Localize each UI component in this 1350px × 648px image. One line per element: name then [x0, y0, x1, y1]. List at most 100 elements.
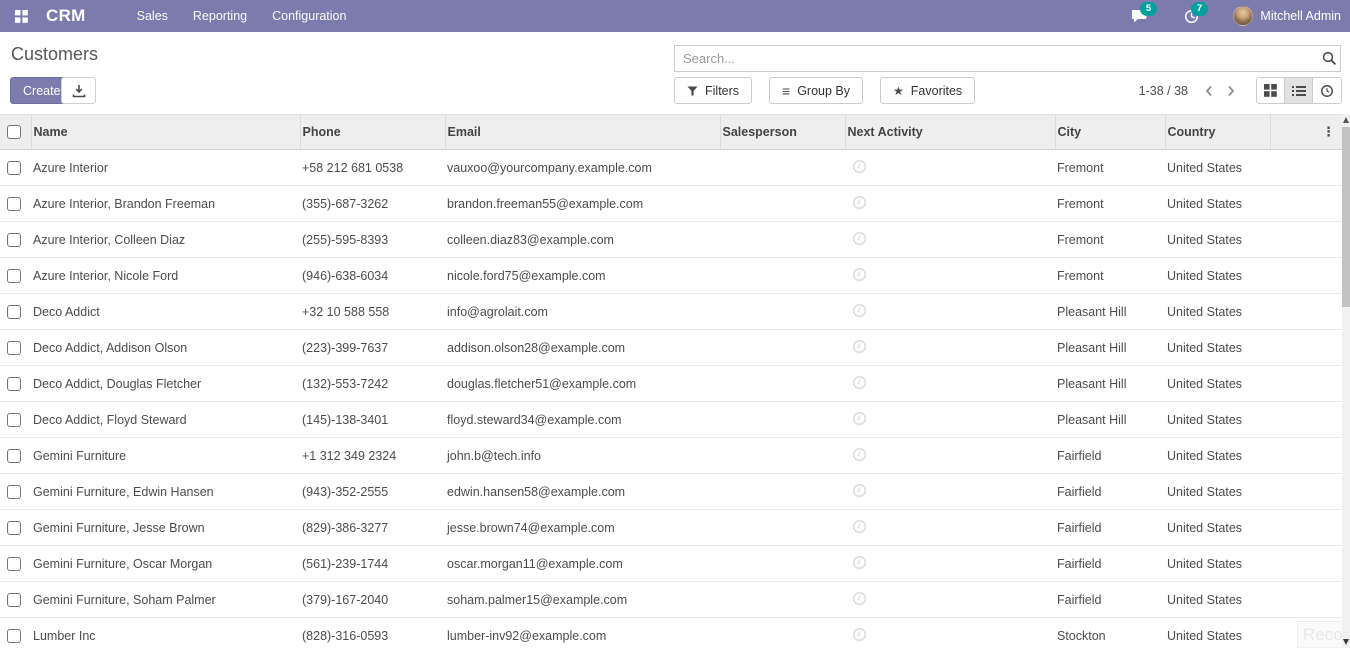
table-row[interactable]: Azure Interior, Colleen Diaz(255)-595-83… [0, 222, 1342, 258]
scrollbar-thumb[interactable] [1342, 127, 1350, 307]
column-header-next-activity[interactable]: Next Activity [845, 115, 1055, 150]
column-header-city[interactable]: City [1055, 115, 1165, 150]
row-checkbox[interactable] [7, 485, 21, 499]
activity-view-button[interactable] [1313, 78, 1341, 103]
select-all-checkbox[interactable] [7, 125, 21, 139]
export-button[interactable] [61, 77, 96, 104]
cell-phone: +58 212 681 0538 [300, 150, 445, 186]
favorites-button[interactable]: ★ Favorites [880, 77, 975, 104]
apps-menu-icon[interactable] [9, 4, 33, 28]
group-by-button[interactable]: ≡ Group By [769, 77, 863, 104]
scrollbar-up-arrow-icon[interactable] [1343, 117, 1349, 123]
table-row[interactable]: Deco Addict+32 10 588 558info@agrolait.c… [0, 294, 1342, 330]
table-row[interactable]: Lumber Inc(828)-316-0593lumber-inv92@exa… [0, 618, 1342, 648]
optional-columns-icon[interactable]: ⋮ [1322, 124, 1335, 139]
table-row[interactable]: Deco Addict, Addison Olson(223)-399-7637… [0, 330, 1342, 366]
search-box [674, 45, 1341, 72]
next-activity-clock-icon[interactable] [852, 159, 867, 174]
row-checkbox[interactable] [7, 449, 21, 463]
row-checkbox[interactable] [7, 557, 21, 571]
table-row[interactable]: Azure Interior, Brandon Freeman(355)-687… [0, 186, 1342, 222]
table-row[interactable]: Deco Addict, Floyd Steward(145)-138-3401… [0, 402, 1342, 438]
cell-email: info@agrolait.com [445, 294, 720, 330]
user-avatar[interactable] [1233, 6, 1253, 26]
pager-next-icon[interactable] [1220, 78, 1242, 104]
download-icon [72, 84, 86, 98]
column-header-country[interactable]: Country [1165, 115, 1270, 150]
next-activity-clock-icon[interactable] [852, 267, 867, 282]
cell-phone: (255)-595-8393 [300, 222, 445, 258]
menu-sales[interactable]: Sales [137, 9, 168, 23]
next-activity-clock-icon[interactable] [852, 483, 867, 498]
user-menu[interactable]: Mitchell Admin [1260, 9, 1341, 23]
next-activity-clock-icon[interactable] [852, 195, 867, 210]
activities-button[interactable]: 7 [1182, 8, 1200, 24]
next-activity-clock-icon[interactable] [852, 555, 867, 570]
next-activity-clock-icon[interactable] [852, 411, 867, 426]
kanban-view-button[interactable] [1257, 78, 1285, 103]
row-checkbox[interactable] [7, 269, 21, 283]
cell-country: United States [1165, 438, 1270, 474]
row-checkbox[interactable] [7, 377, 21, 391]
next-activity-clock-icon[interactable] [852, 303, 867, 318]
table-row[interactable]: Gemini Furniture, Soham Palmer(379)-167-… [0, 582, 1342, 618]
row-checkbox[interactable] [7, 413, 21, 427]
column-header-email[interactable]: Email [445, 115, 720, 150]
cell-name: Deco Addict, Floyd Steward [31, 402, 300, 438]
next-activity-clock-icon[interactable] [852, 447, 867, 462]
table-row[interactable]: Azure Interior, Nicole Ford(946)-638-603… [0, 258, 1342, 294]
search-icon[interactable] [1318, 51, 1340, 66]
next-activity-clock-icon[interactable] [852, 231, 867, 246]
next-activity-clock-icon[interactable] [852, 375, 867, 390]
next-activity-clock-icon[interactable] [852, 339, 867, 354]
filters-button[interactable]: Filters [674, 77, 752, 104]
row-checkbox[interactable] [7, 521, 21, 535]
column-header-phone[interactable]: Phone [300, 115, 445, 150]
filter-funnel-icon [687, 86, 698, 96]
row-checkbox[interactable] [7, 161, 21, 175]
messages-count-badge: 5 [1140, 2, 1156, 16]
messages-button[interactable]: 5 [1131, 8, 1149, 24]
group-by-icon: ≡ [782, 84, 790, 98]
table-row[interactable]: Azure Interior+58 212 681 0538vauxoo@you… [0, 150, 1342, 186]
row-checkbox[interactable] [7, 305, 21, 319]
column-header-salesperson[interactable]: Salesperson [720, 115, 845, 150]
table-row[interactable]: Gemini Furniture, Oscar Morgan(561)-239-… [0, 546, 1342, 582]
cell-country: United States [1165, 402, 1270, 438]
cell-phone: (561)-239-1744 [300, 546, 445, 582]
vertical-scrollbar[interactable] [1342, 114, 1350, 648]
next-activity-clock-icon[interactable] [852, 519, 867, 534]
table-row[interactable]: Gemini Furniture, Jesse Brown(829)-386-3… [0, 510, 1342, 546]
pager-range[interactable]: 1-38 / 38 [1139, 84, 1188, 98]
cell-country: United States [1165, 222, 1270, 258]
row-checkbox[interactable] [7, 629, 21, 643]
cell-phone: (828)-316-0593 [300, 618, 445, 648]
app-name[interactable]: CRM [46, 6, 86, 26]
row-checkbox[interactable] [7, 593, 21, 607]
cell-country: United States [1165, 474, 1270, 510]
menu-configuration[interactable]: Configuration [272, 9, 346, 23]
row-checkbox[interactable] [7, 197, 21, 211]
next-activity-clock-icon[interactable] [852, 627, 867, 642]
table-row[interactable]: Gemini Furniture+1 312 349 2324john.b@te… [0, 438, 1342, 474]
list-view-button[interactable] [1285, 78, 1313, 103]
next-activity-clock-icon[interactable] [852, 591, 867, 606]
scrollbar-down-arrow-icon[interactable] [1343, 639, 1349, 645]
table-row[interactable]: Deco Addict, Douglas Fletcher(132)-553-7… [0, 366, 1342, 402]
row-checkbox[interactable] [7, 233, 21, 247]
page-title: Customers [11, 44, 98, 65]
search-input[interactable] [675, 51, 1318, 66]
pager-previous-icon[interactable] [1198, 78, 1220, 104]
cell-phone: (132)-553-7242 [300, 366, 445, 402]
cell-name: Gemini Furniture, Soham Palmer [31, 582, 300, 618]
cell-salesperson [720, 438, 845, 474]
column-header-name[interactable]: Name [31, 115, 300, 150]
cell-phone: (943)-352-2555 [300, 474, 445, 510]
row-checkbox[interactable] [7, 341, 21, 355]
table-row[interactable]: Gemini Furniture, Edwin Hansen(943)-352-… [0, 474, 1342, 510]
cell-salesperson [720, 186, 845, 222]
kanban-icon [1264, 84, 1277, 97]
cell-city: Pleasant Hill [1055, 366, 1165, 402]
cell-country: United States [1165, 582, 1270, 618]
menu-reporting[interactable]: Reporting [193, 9, 247, 23]
